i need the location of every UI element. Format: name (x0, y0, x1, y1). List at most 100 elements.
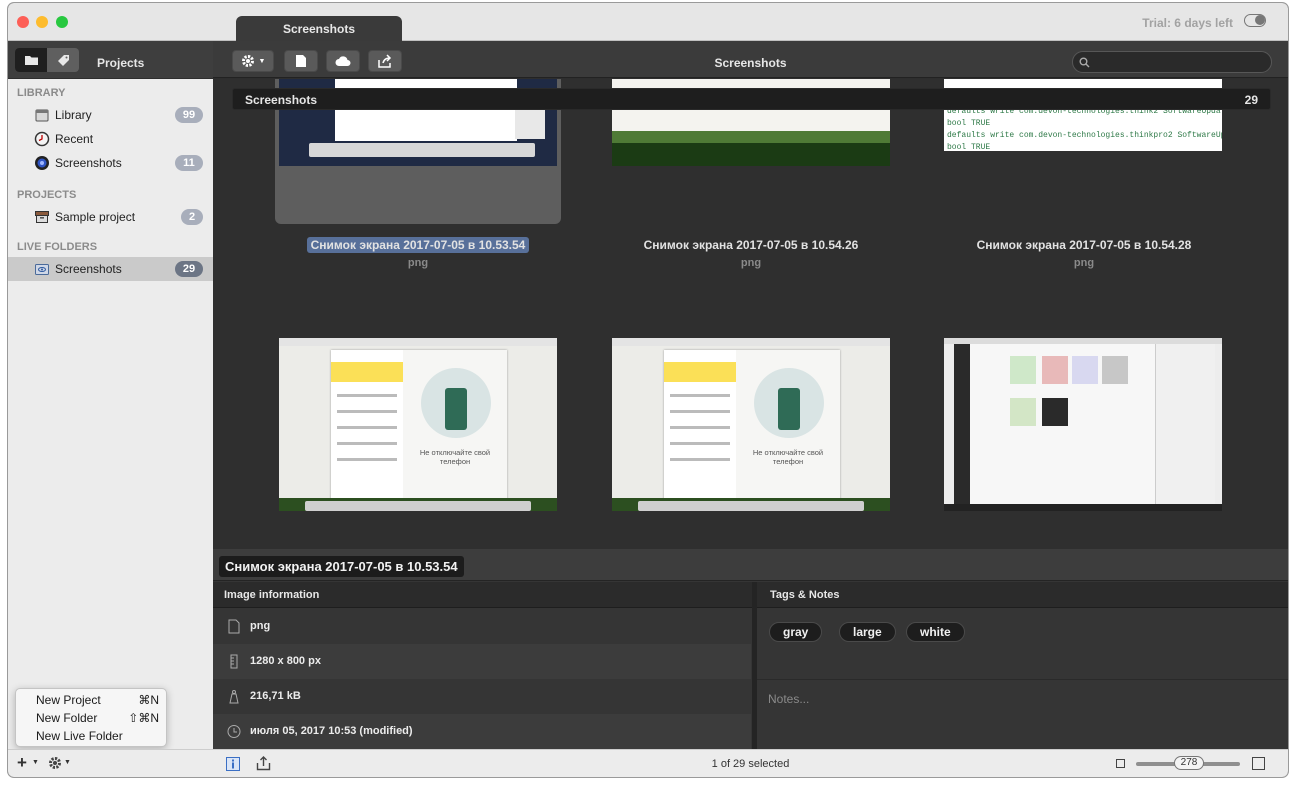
sidebar-toolbar: Projects (8, 41, 213, 78)
info-value: png (250, 620, 271, 632)
menu-item-new-live-folder[interactable]: New Live Folder (16, 727, 168, 745)
menu-item-label: New Live Folder (36, 729, 123, 743)
tab-screenshots[interactable]: Screenshots (236, 16, 402, 43)
live-folder-icon (35, 264, 49, 275)
trial-label: Trial: 6 days left (1142, 16, 1233, 30)
code-line: bool TRUE (947, 143, 991, 151)
file-icon (228, 619, 240, 634)
info-value: июля 05, 2017 10:53 (modified) (250, 725, 413, 737)
thumbnail-kind: png (1073, 257, 1095, 269)
thumbnail-image[interactable]: Не отключайте свой телефон (279, 338, 557, 511)
minimize-window-button[interactable] (36, 16, 48, 28)
weight-icon (229, 690, 239, 704)
gear-icon[interactable] (48, 756, 62, 770)
sidebar-item-label: Library (55, 108, 92, 122)
sidebar: LIBRARY Library 99 Recent Screenshots 11… (8, 79, 213, 749)
sidebar-item-label: Sample project (55, 210, 136, 224)
code-line: defaults write com.devon-technologies.th… (947, 131, 1222, 140)
group-title: Screenshots (245, 93, 318, 107)
menu-item-label: New Project (36, 693, 101, 707)
info-title: Снимок экрана 2017-07-05 в 10.53.54 (219, 556, 464, 577)
thumbnail-image[interactable] (944, 338, 1222, 511)
menu-item-label: New Folder (36, 711, 98, 725)
thumbnail-kind: png (740, 257, 762, 269)
info-row-modified: июля 05, 2017 10:53 (modified) (213, 714, 751, 749)
project-box-icon (35, 211, 49, 223)
group-header: Screenshots 29 (232, 88, 1271, 110)
thumbnail-grid: defaults write com.devon-technologies.th… (213, 79, 1288, 549)
chevron-down-icon: ▼ (64, 759, 71, 766)
sidebar-item-label: Screenshots (55, 262, 122, 276)
large-thumbnail-icon[interactable] (1252, 757, 1265, 770)
thumbnail-kind: png (407, 257, 429, 269)
toggle-switch[interactable] (1244, 14, 1266, 27)
selection-status: 1 of 29 selected (711, 758, 790, 770)
clock-icon (34, 131, 50, 147)
tags-notes-column: Tags & Notes (757, 582, 1288, 749)
count-badge: 2 (181, 209, 203, 225)
image-info-column: Image information png 1280 x 800 px 216,… (213, 582, 752, 749)
clock-icon (227, 725, 241, 738)
whatsapp-caption: Не отключайте свой телефон (419, 448, 491, 466)
info-row-size: 216,71 kB (213, 679, 751, 714)
whatsapp-caption: Не отключайте свой телефон (752, 448, 824, 466)
code-line: bool TRUE (947, 119, 991, 128)
zoom-window-button[interactable] (56, 16, 68, 28)
projects-label: Projects (97, 56, 145, 70)
tag-icon (57, 54, 69, 66)
thumbnail-caption[interactable]: Снимок экрана 2017-07-05 в 10.53.54 (253, 237, 583, 253)
chevron-down-icon: ▼ (32, 759, 39, 766)
count-badge: 11 (175, 155, 203, 171)
search-input[interactable] (1095, 54, 1265, 70)
tag-token-large[interactable]: large (839, 622, 896, 642)
zoom-slider-knob[interactable]: 278 (1174, 756, 1204, 770)
thumbnail-image[interactable]: Не отключайте свой телефон (612, 338, 890, 511)
info-titlebar: Снимок экрана 2017-07-05 в 10.53.54 (213, 549, 1288, 581)
menu-item-new-folder[interactable]: New Folder ⇧⌘N (16, 709, 168, 727)
thumbnail-caption[interactable]: Снимок экрана 2017-07-05 в 10.54.26 (586, 238, 916, 252)
count-badge: 29 (175, 261, 203, 277)
info-panel: Снимок экрана 2017-07-05 в 10.53.54 Imag… (213, 549, 1288, 749)
sidebar-section-projects: PROJECTS (17, 189, 77, 201)
sidebar-item-label: Recent (55, 132, 94, 146)
sidebar-item-screenshots[interactable]: Screenshots 11 (8, 151, 213, 175)
info-row-dimensions: 1280 x 800 px (213, 644, 751, 679)
folder-icon (24, 56, 38, 65)
screenshots-icon (35, 156, 49, 170)
menu-item-new-project[interactable]: New Project ⌘N (16, 691, 168, 709)
notes-field[interactable]: Notes... (768, 692, 809, 706)
small-thumbnail-icon[interactable] (1116, 759, 1125, 768)
tag-token-gray[interactable]: gray (769, 622, 823, 642)
close-window-button[interactable] (17, 16, 29, 28)
menu-item-shortcut: ⇧⌘N (128, 711, 159, 725)
tags-notes-header: Tags & Notes (757, 582, 1288, 608)
app-window: Screenshots Trial: 6 days left Projects … (8, 3, 1288, 777)
count-badge: 99 (175, 107, 203, 123)
library-icon (35, 109, 49, 122)
title-bar: Screenshots Trial: 6 days left (8, 3, 1288, 43)
search-icon (1079, 57, 1090, 68)
sidebar-item-recent[interactable]: Recent (8, 127, 213, 151)
sidebar-item-label: Screenshots (55, 156, 122, 170)
add-context-menu: New Project ⌘N New Folder ⇧⌘N New Live F… (15, 688, 167, 747)
image-info-header: Image information (213, 582, 752, 608)
info-value: 1280 x 800 px (250, 655, 321, 667)
folder-tab-button[interactable] (15, 48, 47, 72)
tags-tab-button[interactable] (47, 48, 79, 72)
add-button[interactable]: + (17, 753, 27, 773)
tag-token-white[interactable]: white (906, 622, 965, 642)
bottom-bar: + ▼ ▼ 1 of 29 selected 278 (8, 749, 1288, 777)
sidebar-item-library[interactable]: Library 99 (8, 103, 213, 127)
sidebar-item-sample-project[interactable]: Sample project 2 (8, 205, 213, 229)
sidebar-section-library: LIBRARY (17, 87, 66, 99)
notes-divider (757, 679, 1288, 680)
group-count: 29 (1244, 93, 1258, 107)
thumbnail-name: Снимок экрана 2017-07-05 в 10.53.54 (306, 237, 530, 253)
dimensions-icon (230, 654, 238, 669)
menu-item-shortcut: ⌘N (138, 693, 159, 707)
search-field[interactable] (1072, 51, 1272, 73)
thumbnail-caption[interactable]: Снимок экрана 2017-07-05 в 10.54.28 (919, 238, 1249, 252)
info-row-format: png (213, 609, 751, 644)
sidebar-item-live-screenshots[interactable]: Screenshots 29 (8, 257, 213, 281)
info-value: 216,71 kB (250, 690, 301, 702)
